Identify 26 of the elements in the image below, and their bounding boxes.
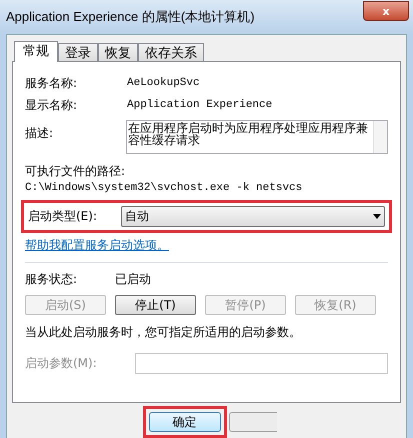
startup-type-dropdown[interactable]: 自动 bbox=[121, 206, 385, 226]
tab[interactable]: 恢复 bbox=[98, 43, 138, 61]
field-value: AeLookupSvc bbox=[127, 76, 200, 91]
help-link[interactable]: 帮助我配置服务启动选项。 bbox=[25, 236, 388, 254]
parameters-label: 启动参数(M): bbox=[25, 355, 98, 372]
status-value: 已启动 bbox=[115, 270, 151, 288]
button[interactable] bbox=[228, 412, 276, 432]
window-title: Application Experience 的属性(本地计算机) bbox=[6, 8, 255, 26]
dropdown-arrow-icon bbox=[373, 214, 381, 218]
description-box[interactable]: 在应用程序启动时为应用程序处理应用程序兼容性缓存请求 bbox=[126, 120, 388, 154]
note-text: 当从此处启动服务时，您可指定所适用的启动参数。 bbox=[25, 324, 302, 340]
path-label: 可执行文件的路径: bbox=[25, 163, 126, 180]
service-button[interactable]: 停止(T) bbox=[115, 294, 196, 314]
tab[interactable]: 登录 bbox=[58, 43, 98, 61]
path-value: C:\Windows\system32\svchost.exe -k netsvcs bbox=[25, 181, 304, 196]
tab[interactable]: 依存关系 bbox=[138, 43, 204, 61]
field-value: Application Experience bbox=[127, 98, 272, 113]
field-label: 服务名称: bbox=[25, 75, 78, 92]
ok-button[interactable]: 确定 bbox=[148, 412, 220, 432]
scrollbar[interactable] bbox=[373, 121, 387, 153]
tab[interactable]: 常规 bbox=[14, 41, 58, 62]
status-label: 服务状态: bbox=[25, 270, 78, 288]
field-label: 启动类型(E): bbox=[28, 208, 98, 225]
description-text: 在应用程序启动时为应用程序处理应用程序兼容性缓存请求 bbox=[127, 121, 370, 149]
field-label: 显示名称: bbox=[25, 97, 78, 114]
field-label: 描述: bbox=[25, 125, 54, 142]
